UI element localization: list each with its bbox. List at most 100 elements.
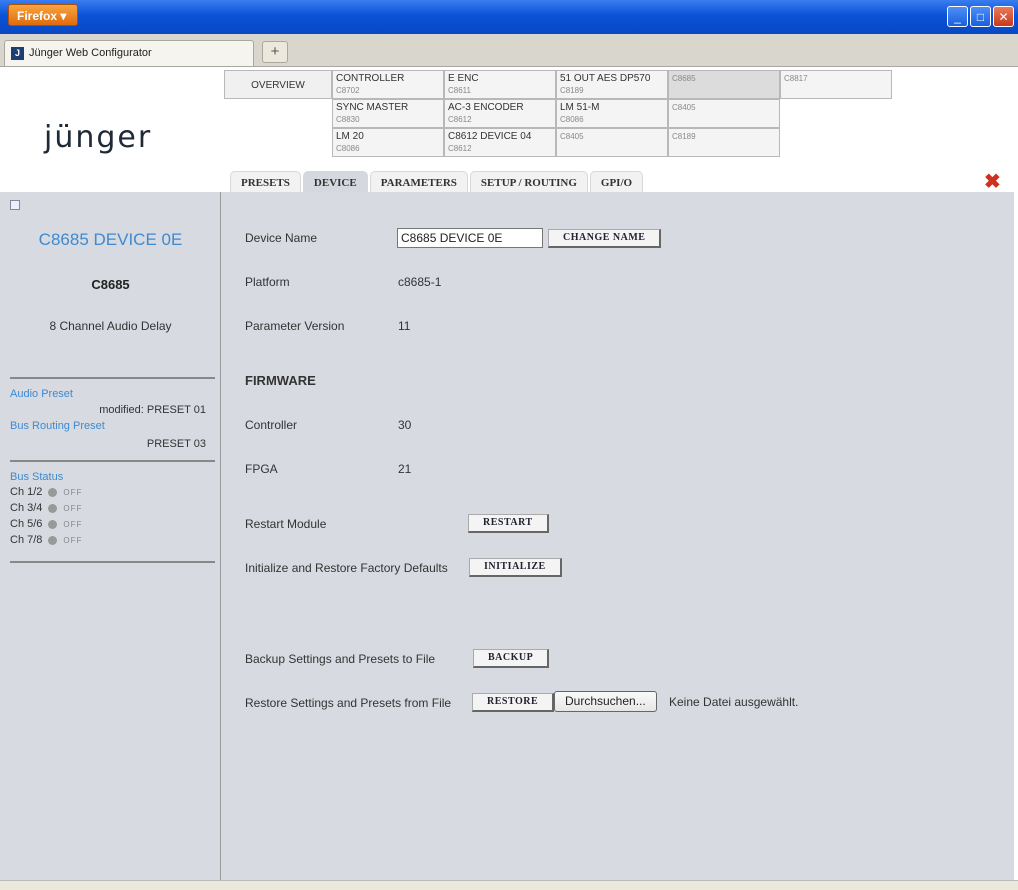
window-controls: _ □ ✕ — [947, 6, 1014, 27]
device-cell[interactable]: LM 51-M C8086 — [556, 99, 668, 128]
platform-value: c8685-1 — [398, 275, 442, 289]
firefox-menu-button[interactable]: Firefox ▾ — [8, 4, 78, 26]
device-cell[interactable]: C8405 — [668, 99, 780, 128]
device-cell-name: SYNC MASTER — [336, 102, 409, 113]
device-cell-name: AC-3 ENCODER — [448, 102, 524, 113]
bus-state: OFF — [63, 504, 83, 513]
device-cell[interactable]: CONTROLLER C8702 — [332, 70, 444, 99]
status-led-icon — [48, 519, 58, 529]
bus-channel: Ch 3/4 — [10, 502, 43, 514]
browser-tab[interactable]: J Jünger Web Configurator — [4, 40, 254, 66]
window-title-bar: Firefox ▾ _ □ ✕ — [0, 0, 1018, 34]
device-description: 8 Channel Audio Delay — [49, 319, 172, 333]
device-cell[interactable]: C8817 — [780, 70, 892, 99]
device-cell-name: CONTROLLER — [336, 73, 405, 84]
device-cell-code: C8086 — [560, 115, 584, 124]
device-name-field[interactable]: C8685 DEVICE 0E — [397, 228, 543, 248]
browse-file-button[interactable]: Durchsuchen... — [554, 691, 657, 712]
device-cell[interactable]: E ENC C8611 — [444, 70, 556, 99]
parameter-version-label: Parameter Version — [245, 319, 345, 333]
restart-label: Restart Module — [245, 517, 327, 531]
platform-label: Platform — [245, 275, 290, 289]
audio-preset-label: Audio Preset — [10, 388, 73, 400]
bus-status-row: Ch 5/6 OFF — [10, 517, 82, 531]
device-cell-code: C8405 — [560, 132, 584, 141]
initialize-button[interactable]: INITIALIZE — [469, 558, 562, 577]
bus-channel: Ch 7/8 — [10, 534, 43, 546]
backup-label: Backup Settings and Presets to File — [245, 652, 436, 666]
restart-button[interactable]: RESTART — [468, 514, 549, 533]
device-cell-code: C8612 — [448, 115, 472, 124]
restore-button[interactable]: RESTORE — [472, 693, 555, 712]
device-cell-name: E ENC — [448, 73, 479, 84]
tab-setup-routing[interactable]: SETUP / ROUTING — [469, 171, 588, 193]
tab-gpio[interactable]: GPI/O — [589, 171, 644, 193]
browser-tab-strip: J Jünger Web Configurator + — [0, 34, 1018, 67]
firefox-menu-label: Firefox — [17, 9, 58, 23]
bus-channel: Ch 1/2 — [10, 486, 43, 498]
bus-status-row: Ch 7/8 OFF — [10, 533, 82, 547]
new-tab-button[interactable]: + — [262, 41, 288, 63]
bus-status-row: Ch 3/4 OFF — [10, 501, 82, 515]
device-cell-code: C8685 — [672, 74, 696, 83]
tab-parameters[interactable]: PARAMETERS — [369, 171, 468, 193]
expand-icon[interactable] — [10, 200, 20, 210]
maximize-icon[interactable]: □ — [970, 6, 991, 27]
device-cell-code: C8086 — [336, 144, 360, 153]
tab-device[interactable]: DEVICE — [302, 171, 368, 193]
minimize-icon[interactable]: _ — [947, 6, 968, 27]
bus-routing-label: Bus Routing Preset — [10, 420, 105, 432]
audio-preset-value: modified: PRESET 01 — [99, 404, 206, 416]
device-cell-code: C8830 — [336, 115, 360, 124]
controller-value: 30 — [398, 418, 412, 432]
status-led-icon — [48, 535, 58, 545]
bus-status-row: Ch 1/2 OFF — [10, 485, 82, 499]
device-cell-name: LM 51-M — [560, 102, 600, 113]
bus-state: OFF — [63, 488, 83, 497]
device-cell-selected[interactable]: C8685 — [668, 70, 780, 99]
tab-presets[interactable]: PRESETS — [230, 171, 301, 193]
device-status-panel: C8685 DEVICE 0E C8685 8 Channel Audio De… — [0, 192, 221, 880]
backup-button[interactable]: BACKUP — [473, 649, 550, 668]
overview-button[interactable]: OVERVIEW — [224, 70, 332, 99]
junger-favicon-icon: J — [11, 47, 24, 60]
device-cell-name: LM 20 — [336, 131, 364, 142]
status-led-icon — [48, 503, 58, 513]
device-cell-code: C8189 — [560, 86, 584, 95]
change-name-button[interactable]: CHANGE NAME — [548, 229, 662, 248]
divider — [10, 460, 215, 462]
device-cell[interactable]: C8189 — [668, 128, 780, 157]
bus-status-label: Bus Status — [10, 471, 64, 483]
device-cell-code: C8611 — [448, 86, 471, 95]
device-cell[interactable]: C8612 DEVICE 04 C8612 — [444, 128, 556, 157]
device-cell-name: C8612 DEVICE 04 — [448, 131, 532, 142]
controller-label: Controller — [245, 418, 298, 432]
restore-label: Restore Settings and Presets from File — [245, 696, 452, 710]
device-cell-code: C8405 — [672, 103, 696, 112]
device-cell[interactable]: AC-3 ENCODER C8612 — [444, 99, 556, 128]
device-cell-code: C8702 — [336, 86, 360, 95]
parameter-version-value: 11 — [398, 319, 411, 333]
fpga-value: 21 — [398, 462, 412, 476]
divider — [10, 561, 215, 563]
device-cell[interactable]: C8405 — [556, 128, 668, 157]
device-name-label: Device Name — [245, 231, 318, 245]
device-cell[interactable]: 51 OUT AES DP570 C8189 — [556, 70, 668, 99]
device-model: C8685 — [91, 277, 130, 292]
bus-state: OFF — [63, 520, 83, 529]
device-cell[interactable]: SYNC MASTER C8830 — [332, 99, 444, 128]
device-cell[interactable]: LM 20 C8086 — [332, 128, 444, 157]
bus-routing-value: PRESET 03 — [146, 438, 206, 450]
no-file-selected: Keine Datei ausgewählt. — [669, 695, 799, 709]
device-cell-code: C8612 — [448, 144, 472, 153]
close-icon[interactable]: ✖ — [984, 172, 1001, 192]
bus-state: OFF — [63, 536, 83, 545]
device-cell-name: 51 OUT AES DP570 — [560, 73, 651, 84]
device-name-heading: C8685 DEVICE 0E — [38, 230, 183, 249]
status-led-icon — [48, 487, 58, 497]
junger-logo: jünger — [44, 120, 153, 155]
divider — [10, 377, 215, 379]
device-settings-panel: Device Name C8685 DEVICE 0E CHANGE NAME … — [221, 192, 1014, 880]
device-cell-code: C8817 — [784, 74, 808, 83]
close-window-icon[interactable]: ✕ — [993, 6, 1014, 27]
